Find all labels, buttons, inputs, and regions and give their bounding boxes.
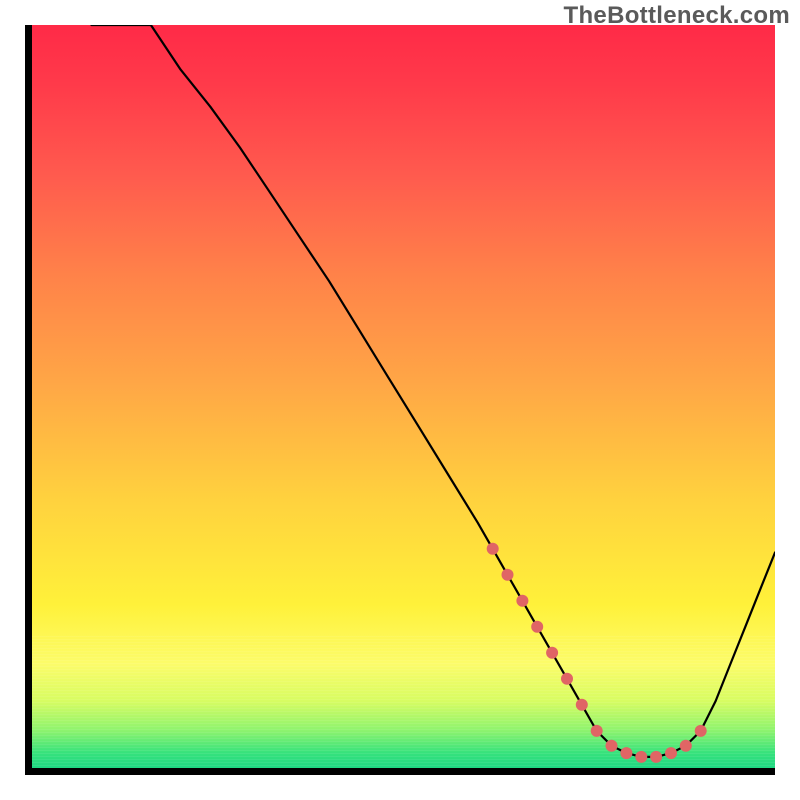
curve-marker [546,647,558,659]
curve-marker [606,740,618,752]
curve-marker [620,747,632,759]
curve-marker [502,569,514,581]
marker-group [487,543,707,763]
chart-plot-area [25,25,775,775]
watermark-text: TheBottleneck.com [564,2,790,30]
curve-marker [695,725,707,737]
curve-marker [650,751,662,763]
curve-marker [487,543,499,555]
curve-marker [680,740,692,752]
curve-marker [591,725,603,737]
curve-marker [531,621,543,633]
bottleneck-curve [91,25,775,757]
curve-group [91,25,775,757]
chart-svg-layer [32,25,775,768]
curve-marker [516,595,528,607]
curve-marker [635,751,647,763]
curve-marker [576,699,588,711]
curve-marker [665,747,677,759]
curve-marker [561,673,573,685]
